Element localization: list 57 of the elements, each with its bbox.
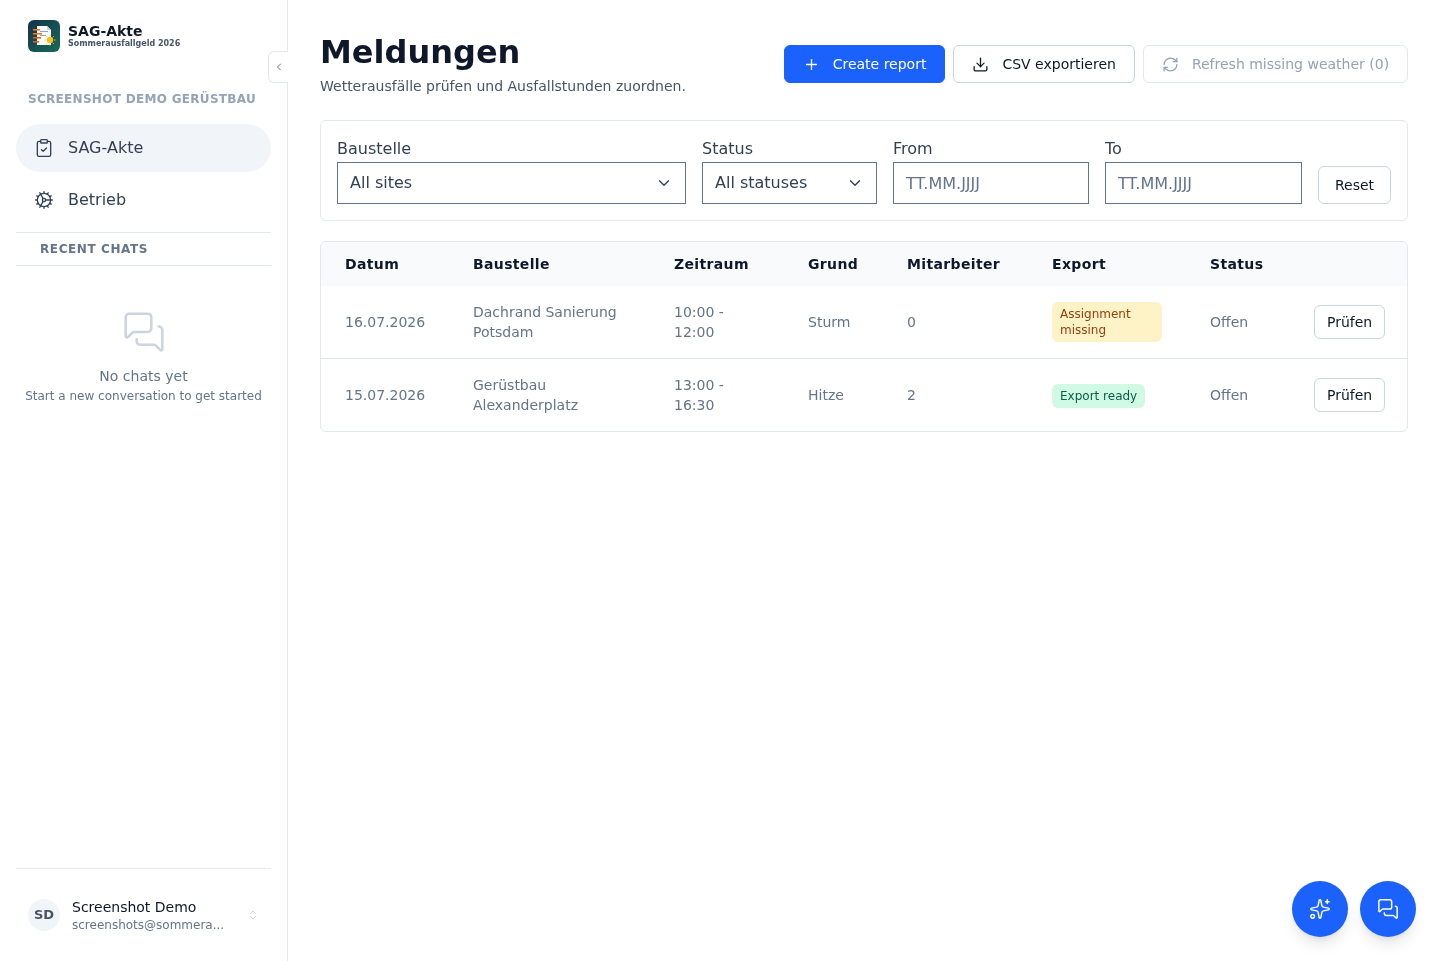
gear-icon: [34, 190, 54, 210]
action-button[interactable]: CSV exportieren: [953, 45, 1135, 83]
date-field[interactable]: TT.MM.JJJJ: [1105, 162, 1302, 204]
nav-item[interactable]: Betrieb: [16, 176, 271, 224]
download-icon: [972, 55, 990, 73]
table-cell: 15.07.2026: [345, 387, 426, 403]
section-title: SCREENSHOT DEMO GERÜSTBAU: [27, 91, 258, 107]
review-button[interactable]: Prüfen: [1314, 305, 1386, 339]
column-header: Baustelle: [473, 256, 550, 272]
logo-icon: [28, 20, 60, 52]
user-avatar: SD: [28, 899, 60, 931]
refresh-icon: [1161, 55, 1179, 73]
select-field[interactable]: All sites: [337, 162, 686, 204]
section-title: RECENT CHATS: [40, 241, 150, 257]
assistant-button[interactable]: [1292, 881, 1349, 937]
chats-icon: [1377, 898, 1400, 920]
sparkles-icon: [1309, 898, 1332, 920]
clipboard-check-icon: [34, 138, 54, 158]
column-header: Datum: [345, 256, 400, 272]
table-cell: 2: [907, 387, 916, 403]
column-header: Mitarbeiter: [907, 256, 1001, 272]
app-subtitle: Sommerausfallgeld 2026: [68, 39, 181, 49]
column-header: Grund: [808, 256, 859, 272]
user-name: Screenshot Demo: [72, 898, 198, 917]
field-label: Baustelle: [337, 138, 413, 160]
empty-title: No chats yet: [99, 367, 188, 386]
table-cell: 16.07.2026: [345, 314, 426, 330]
field-label: Status: [702, 138, 754, 160]
reset-button[interactable]: Reset: [1318, 166, 1392, 204]
app-title: SAG-Akte: [68, 23, 144, 39]
table-cell: 0: [907, 314, 916, 330]
table-cell-text: Dachrand Sanierung Potsdam: [473, 303, 618, 342]
empty-hint: Start a new conversation to get started: [25, 388, 262, 404]
page-title: Meldungen: [320, 32, 522, 72]
user-email: screenshots@sommera...: [72, 917, 226, 933]
column-header: Status: [1210, 256, 1264, 272]
status-badge: Assignment missing: [1052, 302, 1162, 342]
select-field[interactable]: All statuses: [702, 162, 877, 204]
table-cell: Offen: [1210, 314, 1249, 330]
column-header: Export: [1052, 256, 1106, 272]
nav-item[interactable]: SAG-Akte: [16, 124, 271, 172]
page-subtitle: Wetterausfälle prüfen und Ausfallstunden zuordnen.: [320, 77, 686, 96]
table-cell: Sturm: [808, 314, 851, 330]
status-badge: Export ready: [1052, 383, 1146, 408]
action-button[interactable]: Create report: [783, 45, 946, 83]
table-cell-text: 10:00 - 12:00: [674, 303, 725, 342]
field-label: To: [1105, 138, 1123, 160]
chat-button[interactable]: [1360, 881, 1417, 937]
table-cell: Offen: [1210, 387, 1249, 403]
table-cell: Hitze: [808, 387, 844, 403]
review-button[interactable]: Prüfen: [1314, 378, 1386, 412]
table-cell-text: 13:00 - 16:30: [674, 376, 725, 415]
column-header: Zeitraum: [674, 256, 749, 272]
chats-icon: [121, 310, 166, 354]
field-label: From: [893, 138, 934, 160]
date-field[interactable]: TT.MM.JJJJ: [893, 162, 1089, 204]
table-cell-text: Gerüstbau Alexanderplatz: [473, 376, 580, 415]
